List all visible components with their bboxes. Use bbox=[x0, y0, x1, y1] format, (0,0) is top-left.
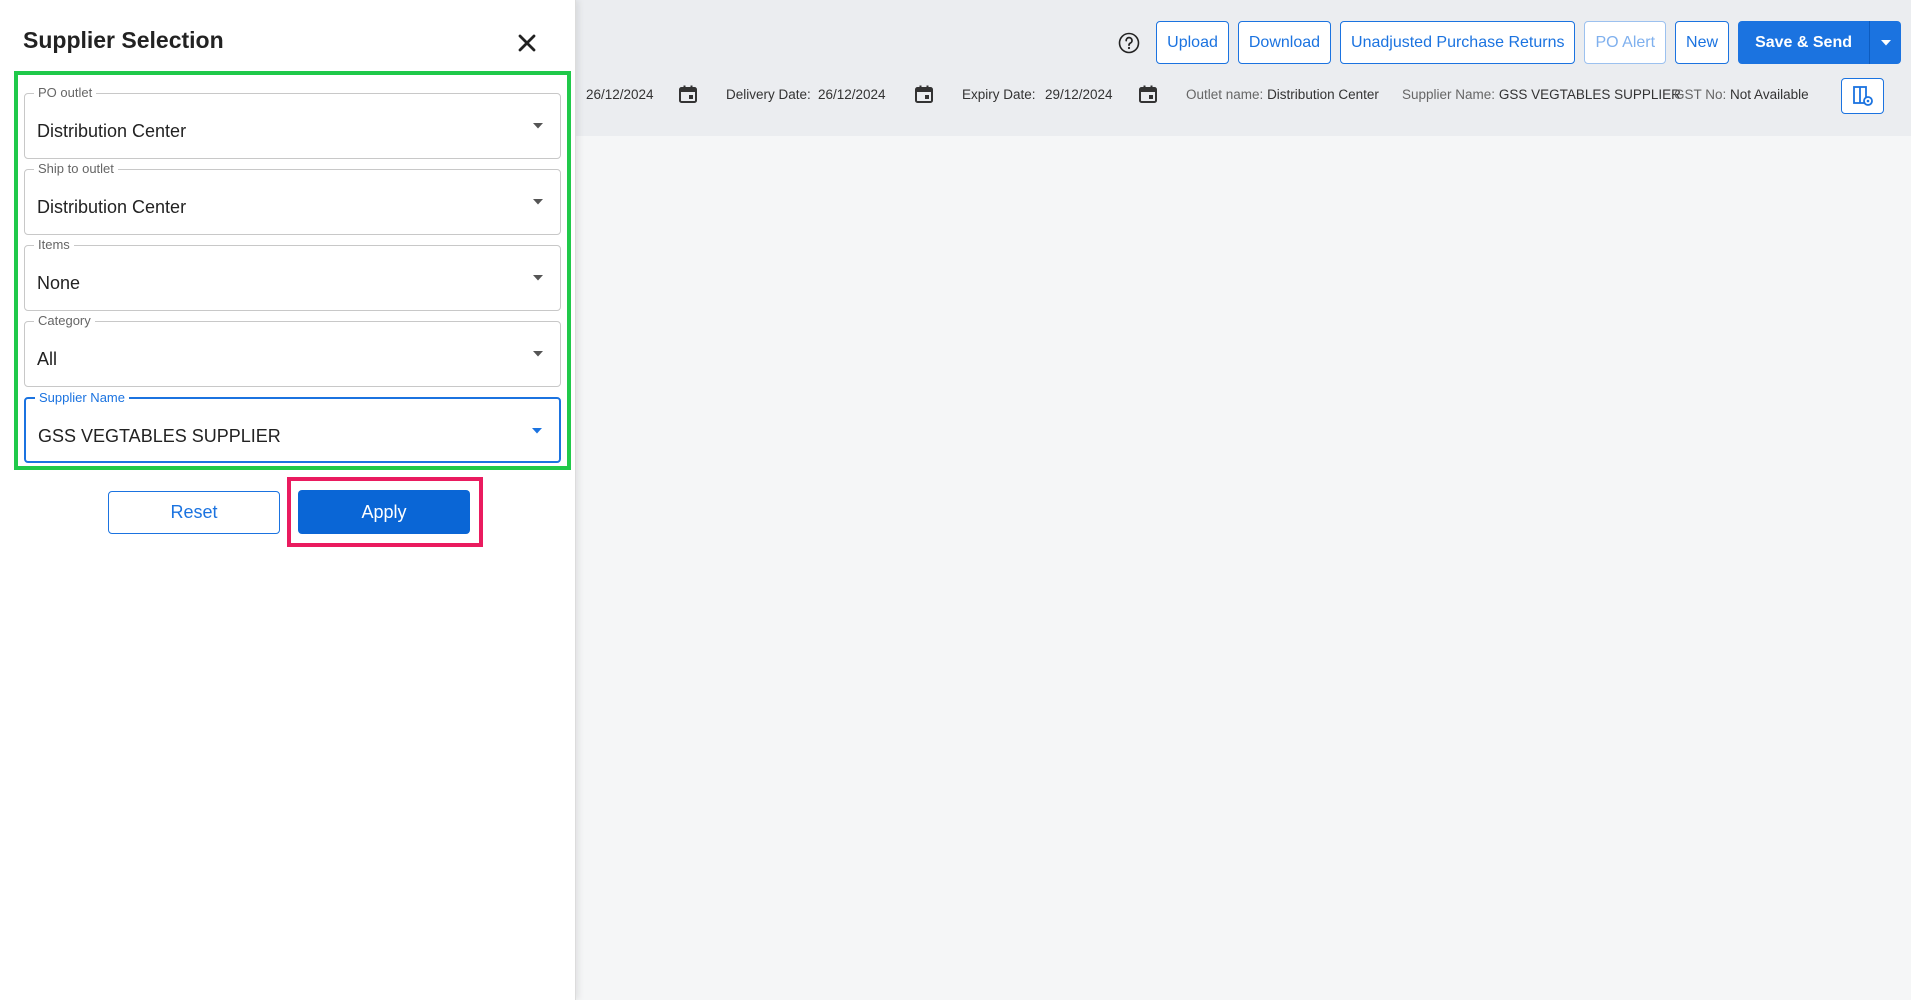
caret-down-icon bbox=[533, 199, 543, 205]
gst-value: Not Available bbox=[1730, 87, 1809, 102]
unadjusted-purchase-returns-button[interactable]: Unadjusted Purchase Returns bbox=[1340, 21, 1576, 64]
supplier-name-field-value: GSS VEGTABLES SUPPLIER bbox=[38, 426, 281, 446]
po-date-value: 26/12/2024 bbox=[586, 87, 654, 102]
save-send-button[interactable]: Save & Send bbox=[1738, 21, 1869, 64]
caret-down-icon bbox=[533, 351, 543, 357]
po-outlet-select[interactable]: PO outlet Distribution Center bbox=[24, 85, 561, 159]
close-icon[interactable] bbox=[516, 32, 538, 54]
outlet-name-info: Outlet name: Distribution Center bbox=[1186, 87, 1379, 102]
calendar-icon[interactable] bbox=[914, 84, 934, 104]
ship-to-outlet-value: Distribution Center bbox=[37, 197, 187, 217]
column-settings-button[interactable] bbox=[1841, 78, 1884, 114]
filter-fields-group: PO outlet Distribution Center Ship to ou… bbox=[14, 71, 571, 470]
expiry-date-value: 29/12/2024 bbox=[1045, 87, 1113, 102]
apply-button[interactable]: Apply bbox=[298, 490, 470, 534]
items-value: None bbox=[37, 273, 81, 293]
category-select[interactable]: Category All bbox=[24, 313, 561, 387]
calendar-icon[interactable] bbox=[1138, 84, 1158, 104]
po-outlet-value: Distribution Center bbox=[37, 121, 187, 141]
save-send-dropdown-toggle[interactable] bbox=[1869, 21, 1901, 64]
gst-info: GST No: Not Available bbox=[1674, 87, 1809, 102]
toolbar: Upload Download Unadjusted Purchase Retu… bbox=[1115, 21, 1901, 64]
ship-to-outlet-label: Ship to outlet bbox=[34, 161, 118, 176]
delivery-date-label: Delivery Date: bbox=[726, 87, 811, 102]
supplier-name-field-label: Supplier Name bbox=[35, 390, 129, 405]
save-send-split-button: Save & Send bbox=[1738, 21, 1901, 64]
items-label: Items bbox=[34, 237, 74, 252]
supplier-name-value: GSS VEGTABLES SUPPLIER bbox=[1498, 87, 1681, 102]
help-icon[interactable] bbox=[1115, 29, 1143, 57]
reset-button[interactable]: Reset bbox=[108, 491, 280, 534]
caret-down-icon bbox=[1880, 39, 1891, 45]
app: Upload Download Unadjusted Purchase Retu… bbox=[0, 0, 1911, 1000]
po-alert-button[interactable]: PO Alert bbox=[1584, 21, 1667, 64]
top-bar: Upload Download Unadjusted Purchase Retu… bbox=[576, 0, 1911, 136]
items-select[interactable]: Items None bbox=[24, 237, 561, 311]
category-value: All bbox=[37, 349, 58, 369]
supplier-name-info: Supplier Name: GSS VEGTABLES SUPPLIER bbox=[1402, 87, 1681, 102]
supplier-selection-panel: Supplier Selection PO outlet Distributio… bbox=[0, 0, 576, 1000]
gst-label: GST No: bbox=[1674, 87, 1727, 102]
expiry-date-label: Expiry Date: bbox=[962, 87, 1036, 102]
calendar-icon[interactable] bbox=[678, 84, 698, 104]
po-info-row: 26/12/2024 Delivery Date: 26/12/2024 Exp… bbox=[576, 84, 1911, 110]
new-button[interactable]: New bbox=[1675, 21, 1730, 64]
column-settings-icon bbox=[1852, 86, 1873, 106]
ship-to-outlet-select[interactable]: Ship to outlet Distribution Center bbox=[24, 161, 561, 235]
panel-title: Supplier Selection bbox=[23, 27, 224, 53]
outlet-name-value: Distribution Center bbox=[1267, 87, 1379, 102]
outlet-name-label: Outlet name: bbox=[1186, 87, 1264, 102]
supplier-name-label: Supplier Name: bbox=[1402, 87, 1496, 102]
supplier-name-select[interactable]: Supplier Name GSS VEGTABLES SUPPLIER bbox=[24, 390, 561, 463]
po-outlet-label: PO outlet bbox=[34, 85, 97, 100]
category-label: Category bbox=[34, 313, 95, 328]
delivery-date-value: 26/12/2024 bbox=[818, 87, 886, 102]
caret-down-icon bbox=[532, 428, 542, 434]
upload-button[interactable]: Upload bbox=[1156, 21, 1229, 64]
download-button[interactable]: Download bbox=[1237, 21, 1332, 64]
caret-down-icon bbox=[533, 275, 543, 281]
caret-down-icon bbox=[533, 123, 543, 129]
